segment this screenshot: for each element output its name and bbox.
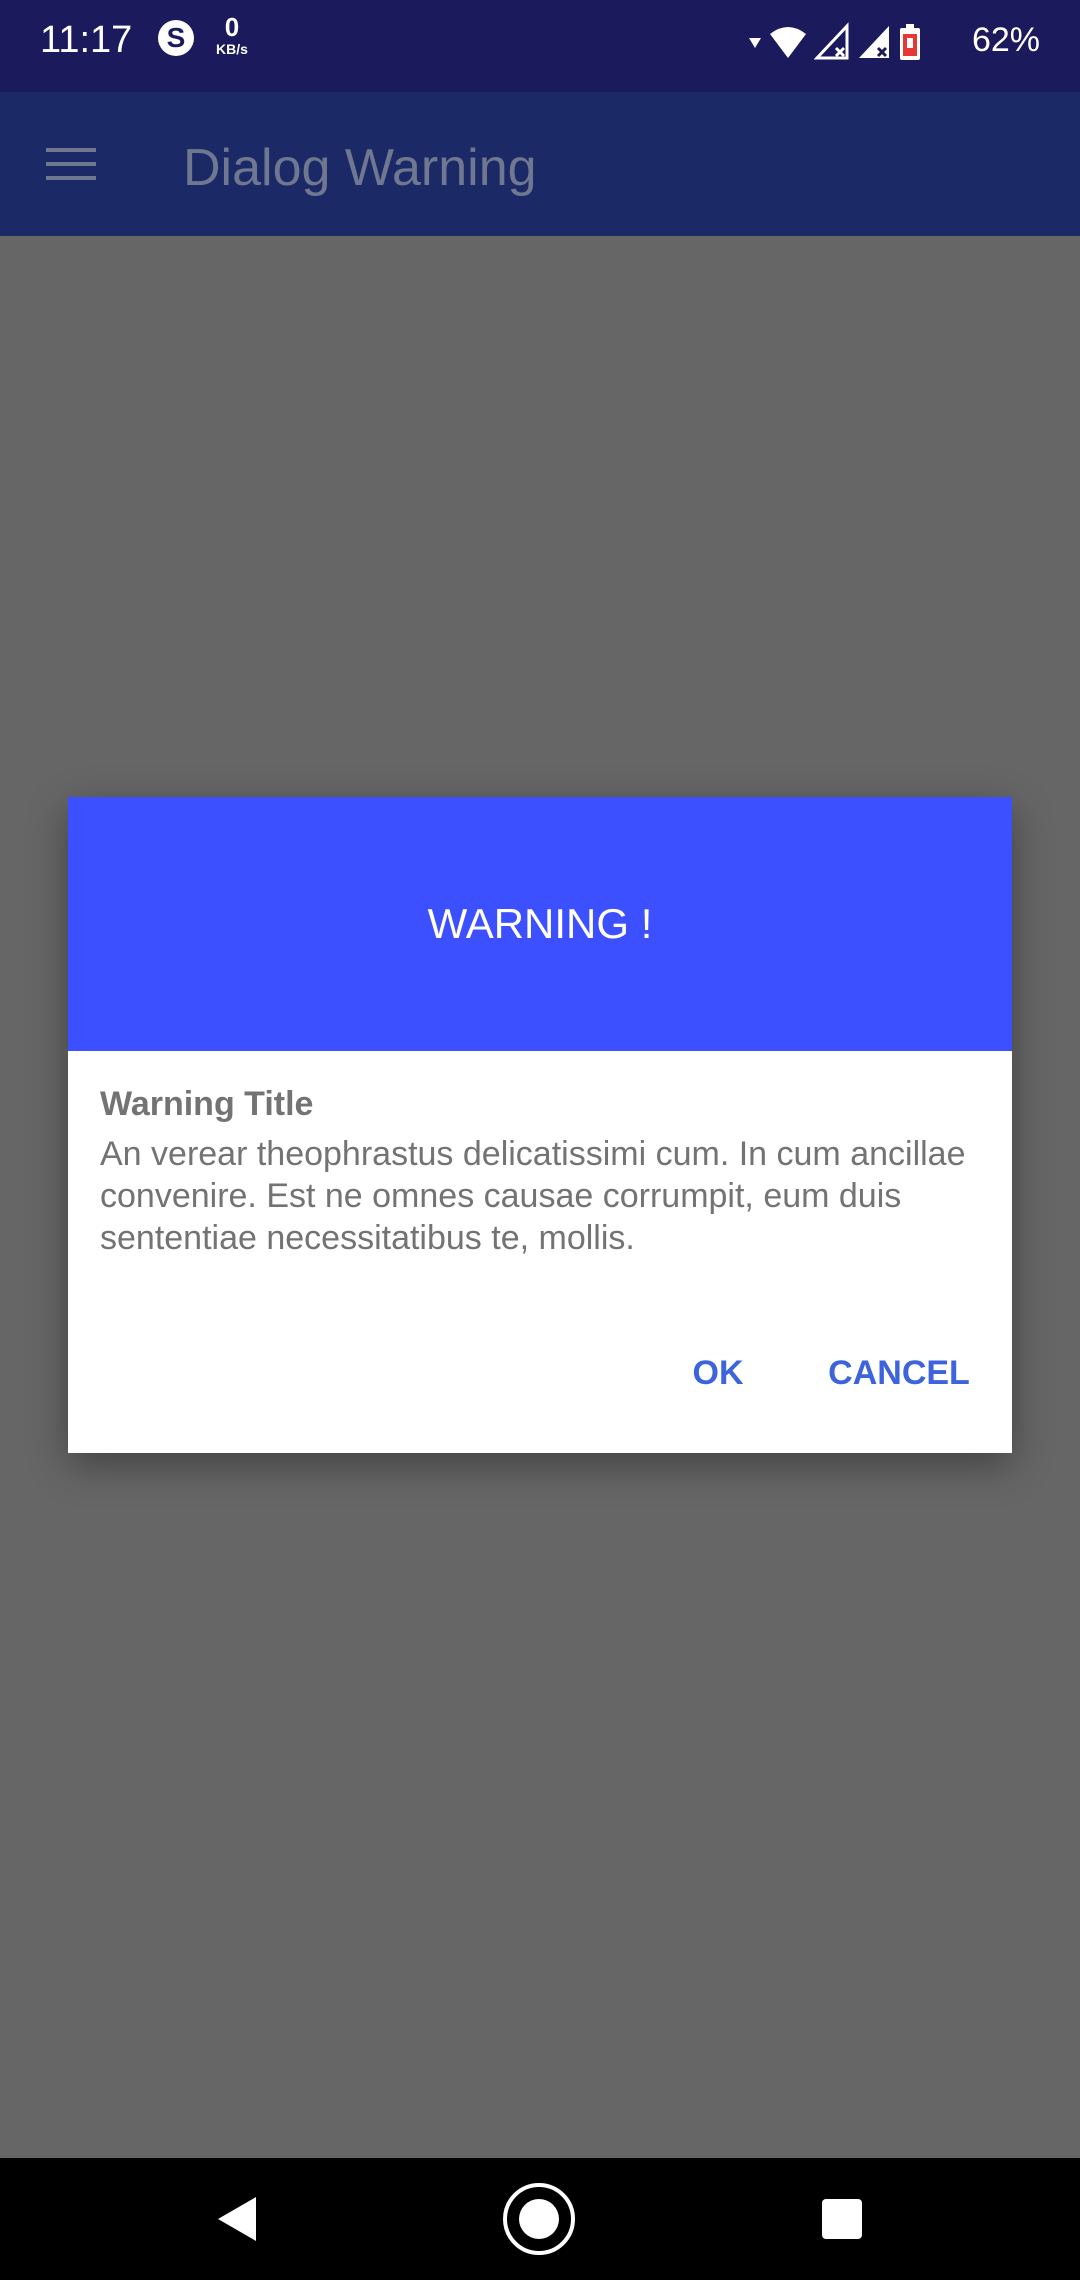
back-icon[interactable] bbox=[200, 2181, 276, 2257]
status-time: 11:17 bbox=[40, 19, 133, 61]
navigation-bar bbox=[0, 2158, 1080, 2280]
skype-icon: S bbox=[158, 20, 194, 56]
status-icons bbox=[748, 22, 922, 62]
network-speed: 0 KB/s bbox=[210, 14, 254, 56]
signal-icon bbox=[859, 26, 889, 58]
menu-icon[interactable] bbox=[46, 144, 96, 184]
battery-percentage: 62% bbox=[971, 21, 1040, 59]
dialog-header: WARNING ! bbox=[68, 797, 1012, 1051]
network-speed-unit: KB/s bbox=[216, 41, 248, 57]
signal-icon bbox=[814, 22, 849, 60]
status-bar: 11:17 S 0 KB/s 62% bbox=[0, 0, 1080, 92]
battery-icon bbox=[900, 24, 920, 60]
data-activity-icon bbox=[749, 38, 761, 48]
home-icon[interactable] bbox=[501, 2181, 577, 2257]
recents-icon[interactable] bbox=[804, 2181, 880, 2257]
warning-dialog: WARNING ! Warning Title An verear theoph… bbox=[68, 797, 1012, 1453]
app-bar: Dialog Warning bbox=[0, 92, 1080, 236]
dialog-message: An verear theophrastus delicatissimi cum… bbox=[100, 1135, 966, 1257]
ok-button[interactable]: OK bbox=[658, 1337, 778, 1409]
wifi-icon bbox=[770, 27, 806, 58]
app-title: Dialog Warning bbox=[183, 139, 537, 197]
dialog-title: Warning Title bbox=[100, 1085, 314, 1123]
network-speed-value: 0 bbox=[224, 12, 240, 42]
cancel-button[interactable]: CANCEL bbox=[798, 1337, 1000, 1409]
